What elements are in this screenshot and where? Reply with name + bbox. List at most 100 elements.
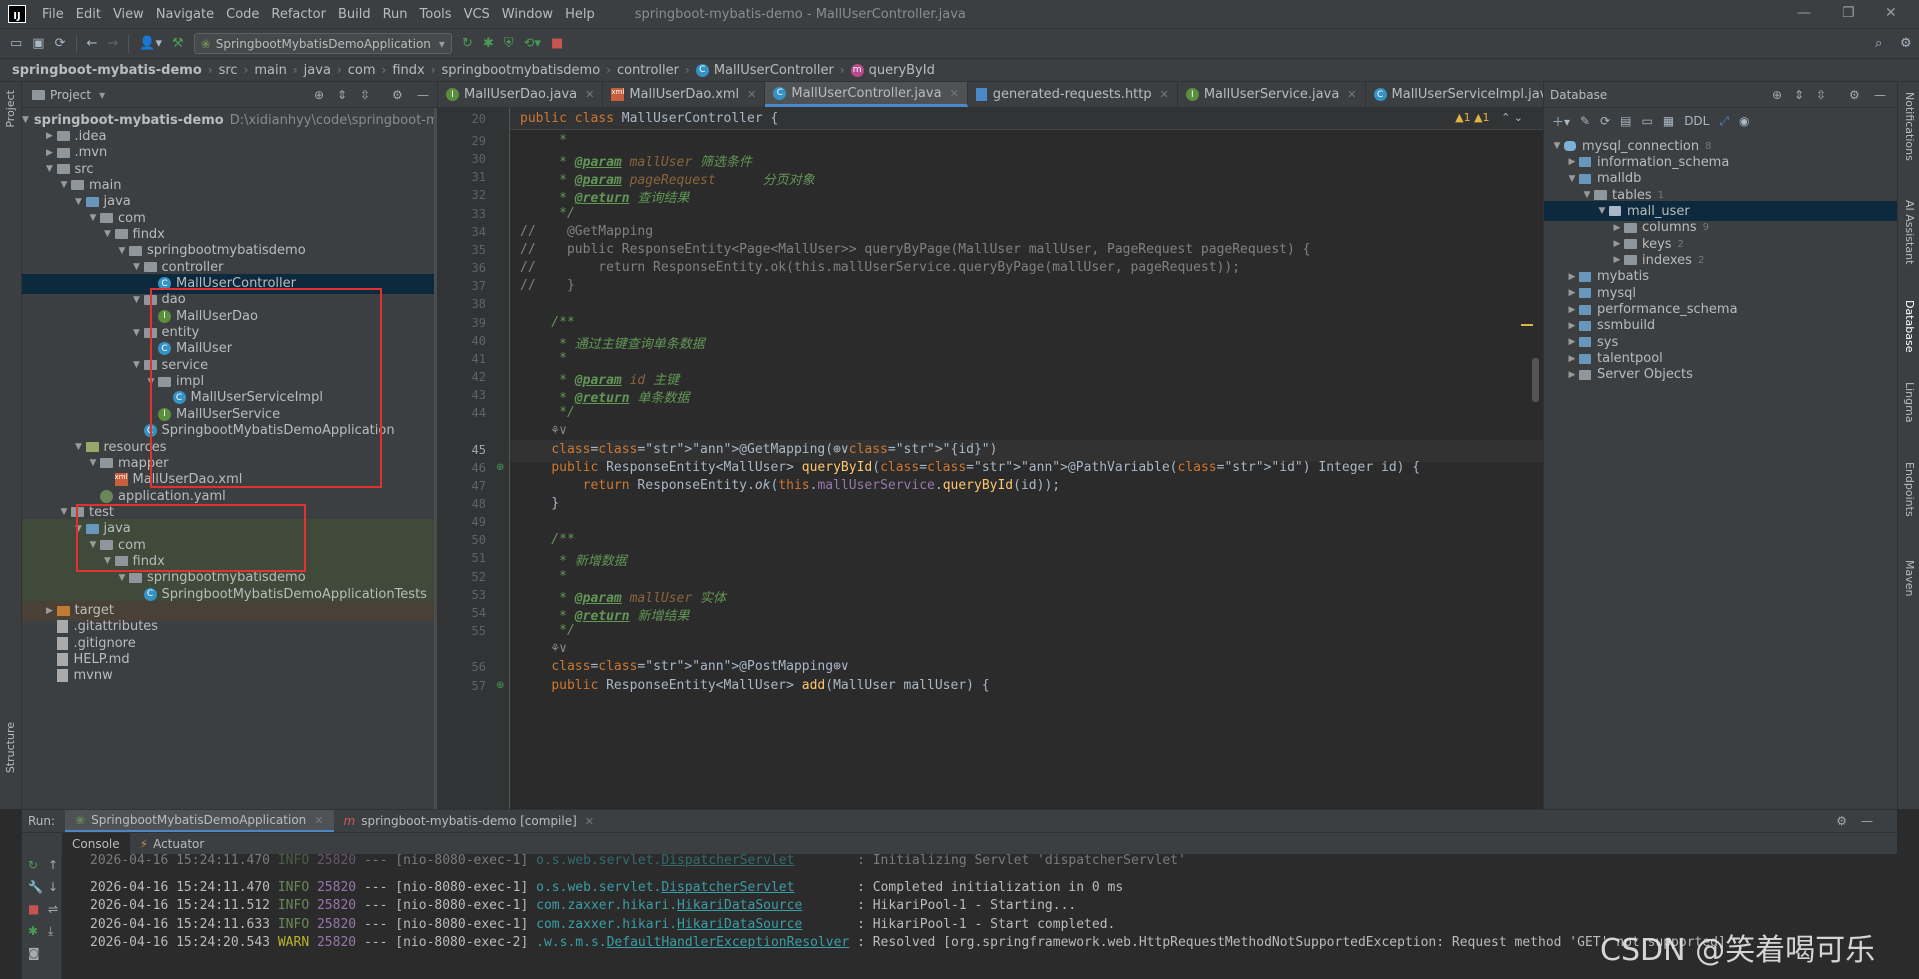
structure-tool-tab[interactable]: Structure: [4, 722, 17, 773]
breadcrumb-item[interactable]: controller: [617, 63, 679, 78]
endpoint-gutter-icon[interactable]: ⊕: [496, 462, 504, 473]
minimize-icon[interactable]: —: [1797, 5, 1811, 21]
chevron-right-icon[interactable]: ▶: [1610, 255, 1624, 265]
user-icon[interactable]: 👤▾: [139, 36, 162, 51]
chevron-down-icon[interactable]: ▼: [1595, 206, 1609, 216]
expand-all-icon[interactable]: ⇕: [337, 88, 347, 102]
refresh-icon[interactable]: ⟳: [1600, 114, 1610, 128]
scroll-down-icon[interactable]: ↓: [48, 880, 58, 894]
menu-tools[interactable]: Tools: [414, 7, 458, 22]
chevron-down-icon[interactable]: ▼: [101, 556, 115, 566]
collapse-all-icon[interactable]: ⇳: [1816, 88, 1826, 102]
jump-icon[interactable]: ⤢: [1719, 114, 1729, 129]
breadcrumb-item[interactable]: springbootmybatisdemo: [442, 63, 601, 78]
open-folder-icon[interactable]: ▭: [10, 36, 22, 51]
close-tab-icon[interactable]: ✕: [747, 88, 756, 101]
locate-icon[interactable]: ⊕: [314, 88, 324, 102]
chevron-down-icon[interactable]: ▼: [115, 573, 129, 583]
ai-assistant-tool-tab[interactable]: AI Assistant: [1903, 200, 1916, 264]
database-panel-title[interactable]: Database: [1550, 88, 1607, 102]
forward-arrow-icon[interactable]: →: [107, 36, 118, 51]
chevron-down-icon[interactable]: ▼: [72, 442, 86, 452]
menu-navigate[interactable]: Navigate: [150, 7, 220, 22]
chevron-down-icon[interactable]: ▼: [1565, 174, 1579, 184]
hide-panel-icon[interactable]: —: [1874, 88, 1886, 102]
editor-tab[interactable]: C MallUserController.java ✕: [765, 82, 968, 107]
chevron-down-icon[interactable]: ▼: [130, 328, 144, 338]
chevron-down-icon[interactable]: ▼: [57, 180, 71, 190]
chevron-down-icon[interactable]: ▼: [130, 360, 144, 370]
menu-code[interactable]: Code: [220, 7, 265, 22]
save-icon[interactable]: ▣: [32, 36, 44, 51]
stop-icon[interactable]: ■: [28, 902, 39, 916]
editor-scrollbar[interactable]: [1532, 358, 1539, 402]
add-datasource-icon[interactable]: ＋▾: [1552, 113, 1570, 130]
breadcrumb-item[interactable]: java: [304, 63, 331, 78]
chevron-down-icon[interactable]: ▼: [86, 458, 100, 468]
coverage-icon[interactable]: ⛨: [504, 36, 514, 51]
chevron-right-icon[interactable]: ▶: [1610, 223, 1624, 233]
chevron-right-icon[interactable]: ▶: [43, 131, 57, 141]
hide-panel-icon[interactable]: —: [417, 88, 429, 102]
db-tree-item[interactable]: ▶ Server Objects: [1544, 365, 1897, 385]
chevron-right-icon[interactable]: ▶: [1565, 354, 1579, 364]
breadcrumb-item[interactable]: findx: [392, 63, 424, 78]
close-tab-icon[interactable]: ✕: [950, 87, 959, 100]
chevron-down-icon[interactable]: ▼: [144, 377, 158, 387]
project-panel-title[interactable]: Project: [50, 88, 91, 102]
soft-wrap-icon[interactable]: ⇌: [48, 902, 58, 916]
menu-build[interactable]: Build: [332, 7, 377, 22]
chevron-right-icon[interactable]: ▶: [1565, 370, 1579, 380]
properties-icon[interactable]: ✎: [1580, 114, 1590, 128]
view-icon[interactable]: ◉: [1739, 114, 1749, 128]
panel-settings-icon[interactable]: ⚙: [1849, 88, 1860, 102]
settings-gear-icon[interactable]: ⚙: [1900, 36, 1912, 51]
chevron-right-icon[interactable]: ▶: [1565, 157, 1579, 167]
debug-icon[interactable]: ✱: [483, 36, 494, 51]
build-hammer-icon[interactable]: ⚒: [172, 36, 184, 51]
endpoints-tool-tab[interactable]: Endpoints: [1903, 462, 1916, 517]
schema-icon[interactable]: ▤: [1620, 114, 1631, 128]
chevron-down-icon[interactable]: ▼: [22, 115, 29, 125]
locate-icon[interactable]: ⊕: [1772, 88, 1782, 102]
chevron-right-icon[interactable]: ▶: [1565, 321, 1579, 331]
chevron-down-icon[interactable]: ▼: [86, 540, 100, 550]
chevron-right-icon[interactable]: ▶: [1565, 337, 1579, 347]
chevron-right-icon[interactable]: ▶: [43, 606, 57, 616]
editor-tab[interactable]: xml MallUserDao.xml ✕: [603, 82, 766, 107]
close-tab-icon[interactable]: ✕: [314, 814, 323, 827]
breadcrumb-item[interactable]: springboot-mybatis-demo: [12, 63, 202, 78]
rerun-icon[interactable]: ↻: [28, 858, 38, 872]
notifications-tool-tab[interactable]: Notifications: [1903, 92, 1916, 161]
chevron-down-icon[interactable]: ▼: [43, 164, 57, 174]
run-subtab-actuator[interactable]: ⚡ Actuator: [130, 833, 215, 855]
chevron-down-icon[interactable]: ▼: [1550, 141, 1564, 151]
close-tab-icon[interactable]: ✕: [1160, 88, 1169, 101]
breadcrumb-item[interactable]: MallUserController: [714, 63, 834, 78]
log-class[interactable]: HikariDataSource: [677, 898, 802, 913]
breadcrumb-item[interactable]: main: [254, 63, 286, 78]
run-settings-icon[interactable]: ⚙: [1836, 814, 1847, 828]
search-icon[interactable]: ⌕: [1875, 36, 1882, 51]
restore-icon[interactable]: ❐: [1842, 5, 1855, 21]
log-class[interactable]: HikariDataSource: [677, 917, 802, 932]
run-tab[interactable]: m springboot-mybatis-demo [compile] ✕: [334, 810, 605, 832]
chevron-down-icon[interactable]: ▼: [130, 295, 144, 305]
log-class[interactable]: DispatcherServlet: [661, 880, 794, 895]
rerun-icon[interactable]: ↻: [462, 36, 473, 51]
close-tab-icon[interactable]: ✕: [585, 815, 594, 828]
sticky-header[interactable]: 20 public class MallUserController { ▲1 …: [472, 108, 1543, 130]
run-configuration-select[interactable]: ❀ SpringbootMybatisDemoApplication ▾: [193, 33, 452, 54]
menu-view[interactable]: View: [107, 7, 150, 22]
stop-icon[interactable]: ■: [551, 36, 563, 51]
close-tab-icon[interactable]: ✕: [585, 88, 594, 101]
wrench-icon[interactable]: 🔧: [28, 880, 43, 894]
menu-run[interactable]: Run: [377, 7, 414, 22]
menu-refactor[interactable]: Refactor: [265, 7, 332, 22]
chevron-right-icon[interactable]: ▶: [1565, 272, 1579, 282]
menu-vcs[interactable]: VCS: [458, 7, 496, 22]
log-class[interactable]: DefaultHandlerExceptionResolver: [607, 935, 850, 950]
collapse-all-icon[interactable]: ⇳: [360, 88, 370, 102]
menu-file[interactable]: File: [36, 7, 70, 22]
back-arrow-icon[interactable]: ←: [87, 36, 98, 51]
